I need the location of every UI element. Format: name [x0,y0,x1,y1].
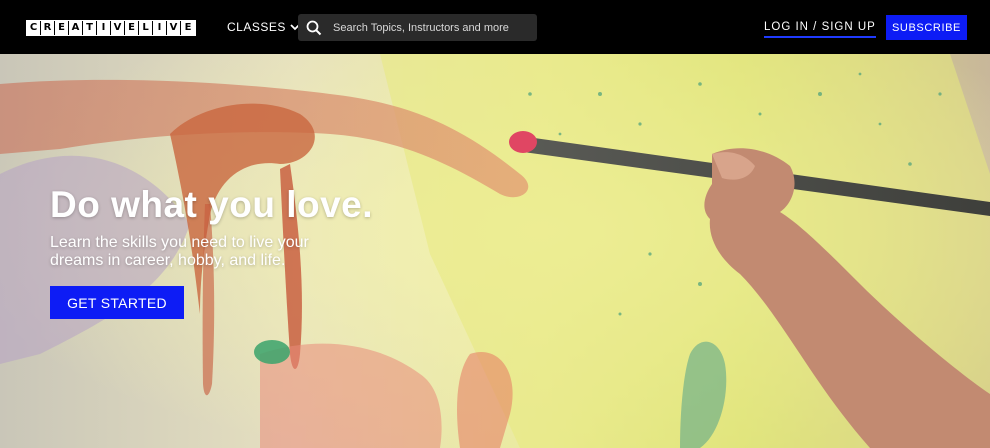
login-signup-link[interactable]: LOG IN / SIGN UP [764,21,876,38]
creativelive-logo[interactable]: CREATIVELIVE [26,20,196,36]
logo-letter: L [139,21,153,35]
logo-letter: I [153,21,167,35]
hero-text-block: Do what you love. Learn the skills you n… [50,184,373,270]
page: CREATIVELIVE CLASSES LOG IN / SIGN UP SU… [0,0,990,448]
logo-letter: E [125,21,139,35]
hero-title: Do what you love. [50,184,374,225]
logo-letter: C [27,21,41,35]
logo-letter: A [69,21,83,35]
get-started-button[interactable]: GET STARTED [50,286,184,319]
logo-letter: V [167,21,181,35]
classes-label: CLASSES [227,20,286,34]
logo-letter: I [97,21,111,35]
logo-letter: E [55,21,69,35]
top-nav: CREATIVELIVE CLASSES LOG IN / SIGN UP SU… [0,0,990,54]
logo-letter: E [181,21,195,35]
classes-menu-button[interactable]: CLASSES [227,20,300,34]
search-input[interactable] [331,20,535,35]
hero-banner: Do what you love. Learn the skills you n… [0,54,990,448]
search-icon [306,20,322,35]
hero-subtitle: Learn the skills you need to live your d… [50,234,309,269]
logo-letter: R [41,21,55,35]
subscribe-button[interactable]: SUBSCRIBE [886,15,967,40]
logo-letter: V [111,21,125,35]
search-bar[interactable] [298,14,537,41]
logo-letter: T [83,21,97,35]
